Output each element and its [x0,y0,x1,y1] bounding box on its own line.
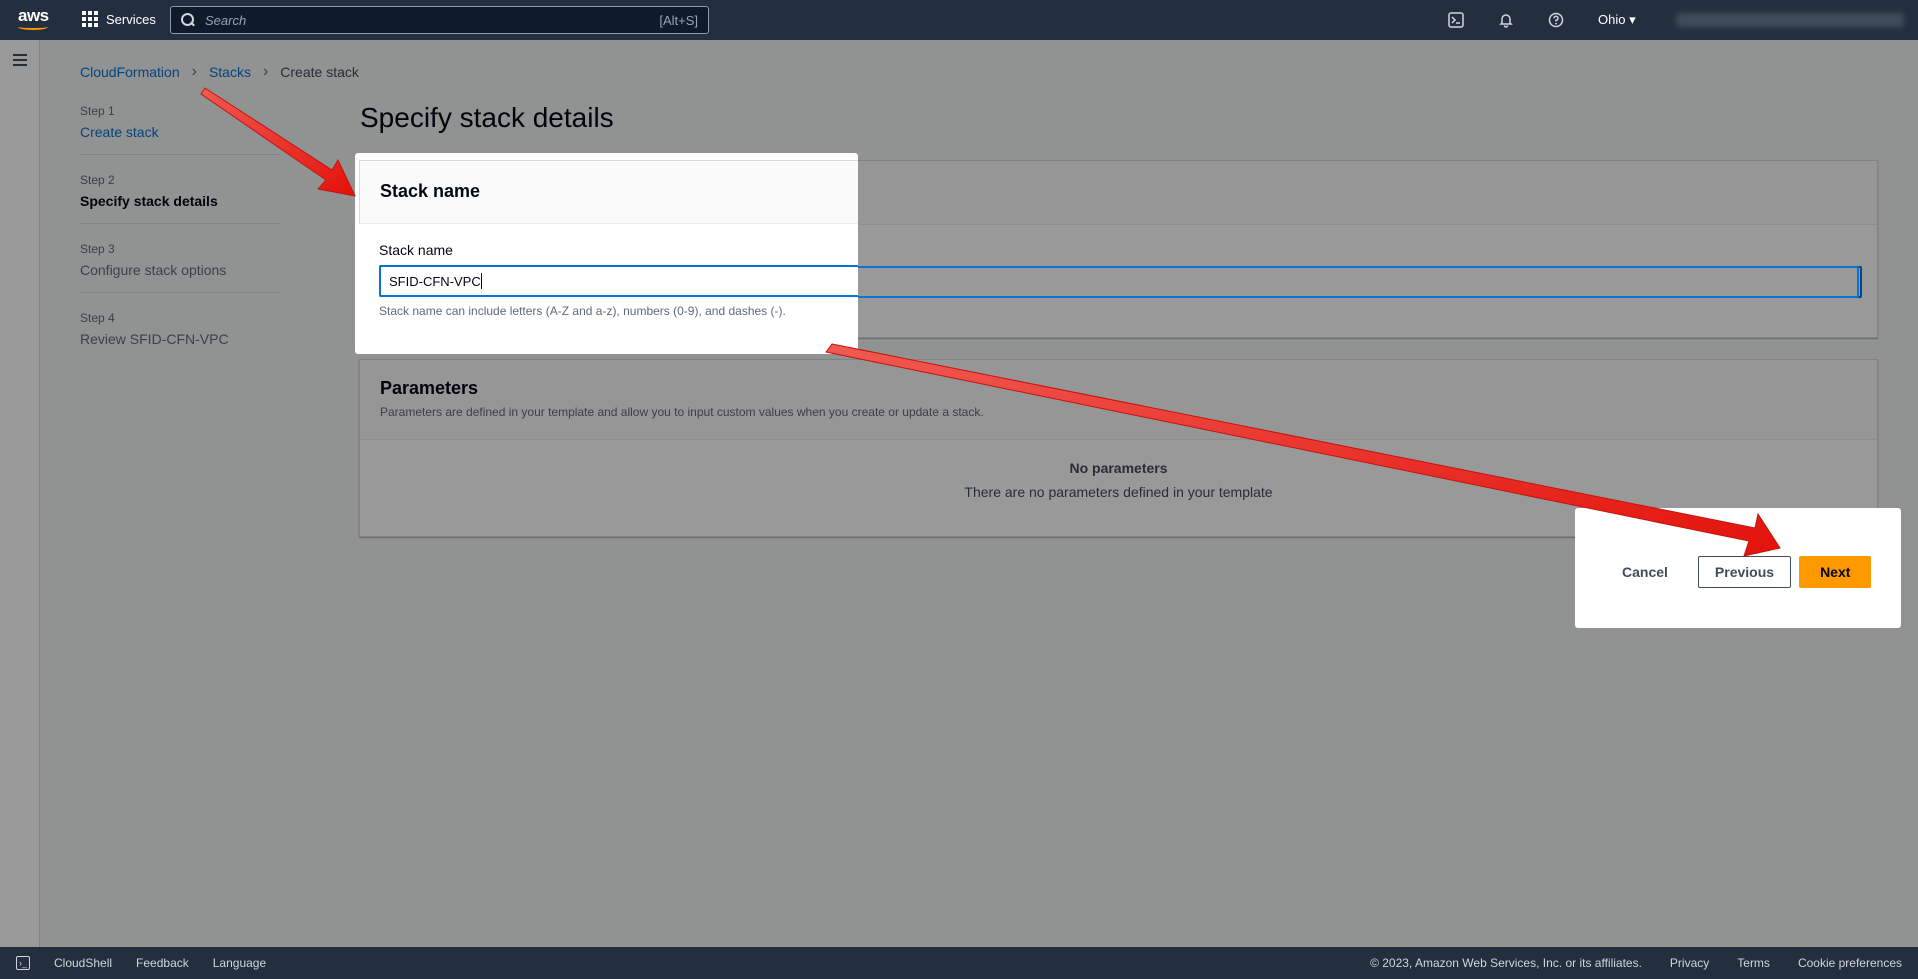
stack-name-input-edge[interactable] [858,266,1859,298]
spotlight-stack-name-heading: Stack name [380,181,481,201]
search-shortcut: [Alt+S] [659,12,698,28]
side-navigation-rail [0,40,40,947]
breadcrumb-cloudformation[interactable]: CloudFormation [80,64,180,80]
previous-button[interactable]: Previous [1697,556,1792,588]
cloudshell-label: CloudShell [54,956,113,970]
cancel-button[interactable]: Cancel [1604,558,1686,586]
menu-icon[interactable] [13,54,27,66]
services-label: Services [106,11,156,27]
page-title: Specify stack details [360,102,614,133]
chevron-right-icon: › [262,63,269,80]
terms-link[interactable]: Terms [1737,956,1770,970]
step-3: Step 3 Configure stack options [80,238,280,293]
parameters-description: Parameters are defined in your template … [380,405,984,419]
wizard-actions: Cancel Previous Next [1604,556,1872,588]
cloudshell-footer-icon: ›_ [16,956,30,970]
copyright-text: © 2023, Amazon Web Services, Inc. or its… [1370,956,1642,970]
region-selector[interactable]: Ohio ▾ [1598,12,1636,28]
top-navigation: aws Services [Alt+S] Ohio ▾ [0,0,1918,40]
spotlight-stack-name-hint: Stack name can include letters (A-Z and … [379,304,786,318]
help-icon[interactable] [1547,11,1565,29]
step-2: Step 2 Specify stack details [80,169,280,224]
step-number: Step 4 [80,311,115,325]
bell-icon[interactable] [1497,11,1515,29]
parameters-header: Parameters Parameters are defined in you… [360,360,1877,440]
privacy-link[interactable]: Privacy [1670,956,1709,970]
footer: ›_ CloudShell Feedback Language © 2023, … [0,947,1918,979]
step-number: Step 2 [80,173,115,187]
step-label-current: Specify stack details [80,193,218,209]
step-label: Configure stack options [80,262,227,278]
search-icon [181,13,195,27]
search-box[interactable]: [Alt+S] [170,6,709,34]
breadcrumb-stacks[interactable]: Stacks [209,64,251,80]
spotlight-stack-name: Stack name Stack name SFID-CFN-VPC Stack… [355,153,858,354]
cookie-preferences-link[interactable]: Cookie preferences [1798,956,1902,970]
spotlight-stack-name-value: SFID-CFN-VPC [389,273,481,289]
search-input[interactable] [205,12,660,28]
feedback-link[interactable]: Feedback [136,956,189,970]
text-cursor [480,273,482,289]
step-number: Step 1 [80,104,115,118]
step-link-create-stack[interactable]: Create stack [80,124,280,140]
parameters-heading: Parameters [380,378,479,398]
spotlight-stack-name-label: Stack name [379,242,453,258]
aws-smile-icon [18,24,48,30]
empty-state-description: There are no parameters defined in your … [964,484,1273,500]
step-label: Review SFID-CFN-VPC [80,331,229,347]
aws-logo[interactable]: aws [18,6,49,26]
language-link[interactable]: Language [213,956,266,970]
chevron-right-icon: › [191,63,197,80]
services-menu-button[interactable]: Services [82,11,156,27]
step-number: Step 3 [80,242,115,256]
breadcrumb: CloudFormation › Stacks › Create stack [80,63,359,81]
breadcrumb-current: Create stack [280,64,359,80]
grid-icon [82,11,98,27]
account-menu[interactable] [1676,13,1904,27]
empty-state-title: No parameters [1069,460,1168,476]
step-1: Step 1 Create stack [80,100,280,155]
wizard-steps: Step 1 Create stack Step 2 Specify stack… [80,100,280,375]
cloudshell-link[interactable]: ›_ CloudShell [16,956,112,970]
cloudshell-icon[interactable] [1447,11,1465,29]
next-button[interactable]: Next [1799,556,1872,588]
step-4: Step 4 Review SFID-CFN-VPC [80,307,280,361]
